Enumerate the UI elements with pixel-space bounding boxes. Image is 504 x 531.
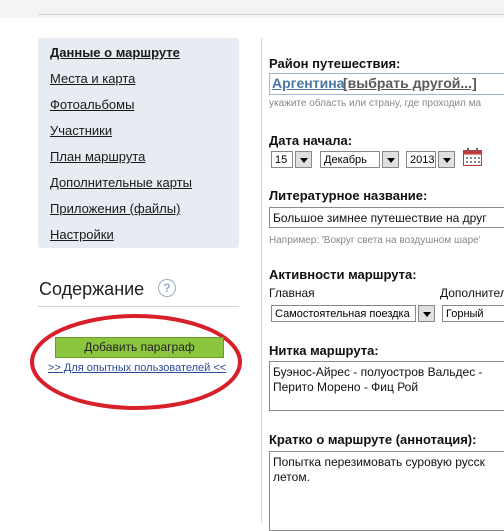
column-divider [261, 38, 262, 523]
region-hint: укажите область или страну, где проходил… [269, 98, 482, 109]
choose-other-region-link[interactable]: [выбрать другой...] [343, 75, 477, 91]
route-thread-textarea[interactable]: Буэнос-Айрес - полуостров Вальдес - Пери… [269, 361, 504, 411]
sidebar-item-attachments[interactable]: Приложения (файлы) [50, 201, 180, 216]
chevron-down-icon[interactable] [418, 305, 435, 322]
day-select[interactable]: 15 [271, 151, 293, 168]
activity-extra-label: Дополнител [440, 286, 504, 300]
top-divider [38, 14, 504, 15]
sidebar-item-photo-albums[interactable]: Фотоальбомы [50, 97, 134, 112]
sidebar-nav: Данные о маршруте Места и карта Фотоальб… [38, 38, 239, 248]
region-country-link[interactable]: Аргентина [272, 75, 344, 91]
month-select[interactable]: Декабрь [320, 151, 380, 168]
region-field: Аргентина [выбрать другой...] [269, 73, 504, 95]
literary-name-hint: Например: 'Вокруг света на воздушном шар… [269, 235, 481, 246]
route-thread-line: Буэнос-Айрес - полуостров Вальдес - [273, 365, 483, 379]
activity-extra-select[interactable]: Горный [442, 305, 504, 322]
calendar-icon[interactable] [463, 148, 482, 166]
region-label: Район путешествия: [269, 56, 401, 71]
chevron-down-icon[interactable] [382, 151, 399, 168]
year-select[interactable]: 2013 [406, 151, 436, 168]
contents-title: Содержание [39, 279, 145, 299]
contents-divider [38, 306, 239, 307]
top-bar [0, 0, 504, 18]
sidebar-item-settings[interactable]: Настройки [50, 227, 114, 242]
route-thread-line: Перито Морено - Фиц Рой [273, 380, 419, 394]
summary-label: Кратко о маршруте (аннотация): [269, 432, 477, 447]
sidebar-item-participants[interactable]: Участники [50, 123, 112, 138]
chevron-down-icon[interactable] [438, 151, 455, 168]
activity-main-select[interactable]: Самостоятельная поездка [271, 305, 416, 322]
literary-name-label: Литературное название: [269, 188, 428, 203]
activities-label: Активности маршрута: [269, 267, 417, 282]
expert-users-link[interactable]: >> Для опытных пользователей << [48, 362, 226, 374]
literary-name-input[interactable]: Большое зимнее путешествие на друг [269, 207, 504, 228]
help-icon[interactable]: ? [158, 279, 176, 297]
sidebar-item-route-data[interactable]: Данные о маршруте [50, 45, 180, 60]
sidebar-item-extra-maps[interactable]: Дополнительные карты [50, 175, 192, 190]
chevron-down-icon[interactable] [295, 151, 312, 168]
summary-line: летом. [273, 470, 310, 484]
route-thread-label: Нитка маршрута: [269, 343, 379, 358]
add-paragraph-button[interactable]: Добавить параграф [55, 337, 224, 358]
start-date-label: Дата начала: [269, 133, 353, 148]
summary-line: Попытка перезимовать суровую русск [273, 455, 485, 469]
sidebar-item-places-map[interactable]: Места и карта [50, 71, 135, 86]
summary-textarea[interactable]: Попытка перезимовать суровую русск летом… [269, 451, 504, 531]
activity-main-label: Главная [269, 286, 315, 300]
sidebar-item-route-plan[interactable]: План маршрута [50, 149, 145, 164]
